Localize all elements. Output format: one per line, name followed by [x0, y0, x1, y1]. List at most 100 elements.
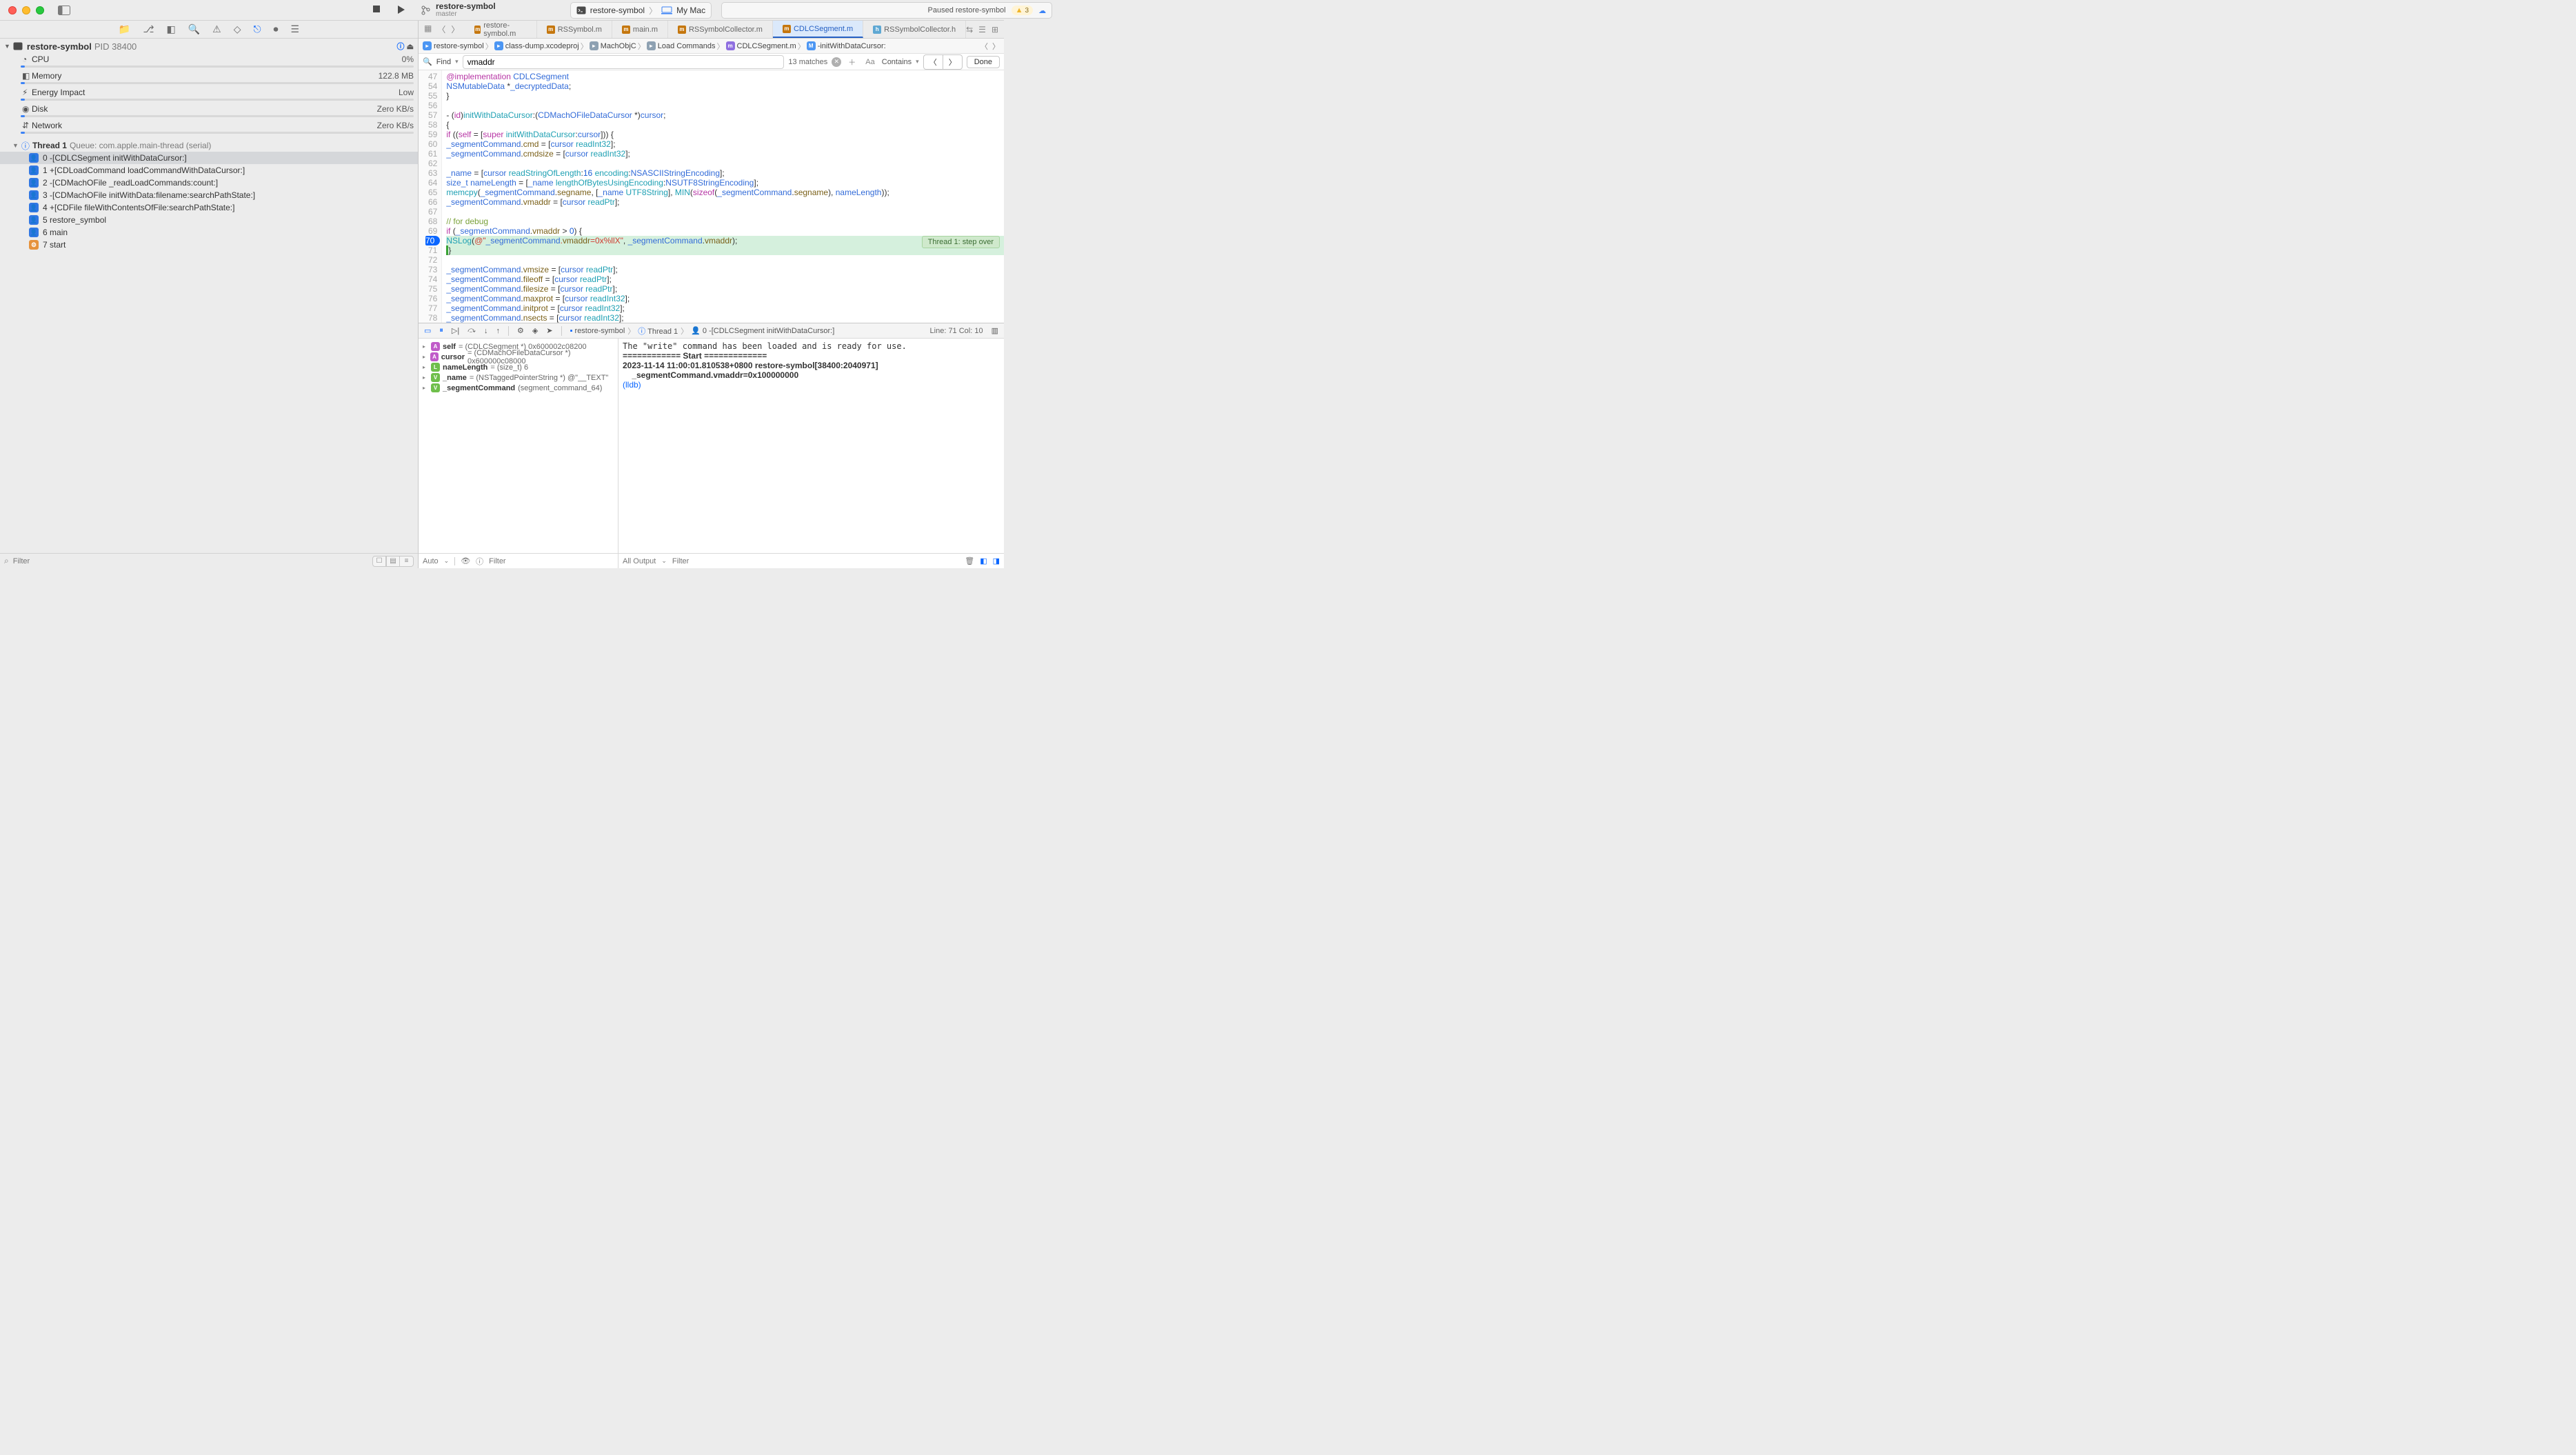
navigator-filter-input[interactable] — [13, 557, 368, 565]
find-mode[interactable]: Contains — [882, 58, 912, 66]
step-into-icon[interactable]: ↓ — [484, 327, 488, 335]
editor-tab[interactable]: mCDLCSegment.m — [773, 21, 863, 38]
hide-debug-area-icon[interactable]: ▭ — [424, 326, 431, 335]
symbols-nav-icon[interactable]: ◧ — [166, 23, 175, 35]
close-window-button[interactable] — [8, 6, 17, 14]
left-sidebar-toggle-icon[interactable] — [58, 6, 70, 15]
adjust-editor-icon[interactable]: ☰ — [978, 25, 986, 34]
jump-prev-icon[interactable]: 〈 — [980, 41, 988, 52]
debug-bc-crumb[interactable]: ▪ restore-symbol — [570, 327, 625, 335]
stack-frame[interactable]: 👤0 -[CDLCSegment initWithDataCursor:] — [0, 152, 418, 164]
thread-row[interactable]: ▼ ⓘ Thread 1 Queue: com.apple.main-threa… — [0, 139, 418, 152]
var-info-icon[interactable]: ⓘ — [476, 556, 483, 567]
line-gutter[interactable]: 4754555657585960616263646566676869707172… — [419, 70, 442, 323]
variable-row[interactable]: ▸Acursor = (CDMachOFileDataCursor *) 0x6… — [423, 352, 614, 362]
filter-crashed-icon[interactable]: ☐ — [372, 556, 386, 567]
jumpbar-crumb[interactable]: ▸class-dump.xcodeproj — [494, 41, 579, 50]
jumpbar-crumb[interactable]: ▸restore-symbol — [423, 41, 484, 50]
find-label[interactable]: Find — [436, 58, 451, 66]
clear-find-icon[interactable]: ✕ — [832, 57, 841, 67]
code-area[interactable]: @implementation CDLCSegment NSMutableDat… — [442, 70, 1004, 323]
source-control-nav-icon[interactable]: ⎇ — [143, 23, 154, 35]
find-input[interactable] — [463, 55, 785, 69]
variable-row[interactable]: ▸V_name = (NSTaggedPointerString *) @"__… — [423, 372, 614, 383]
gauge-disk[interactable]: ◉DiskZero KB/s — [0, 103, 418, 120]
show-console-pane-icon[interactable]: ◨ — [993, 556, 1000, 565]
forward-icon[interactable]: 〉 — [451, 23, 459, 35]
case-sensitive-icon[interactable]: Aa — [863, 58, 877, 66]
cloud-status-icon[interactable]: ☁︎ — [1038, 6, 1046, 15]
editor-tab[interactable]: mrestore-symbol.m — [465, 21, 536, 38]
debug-nav-icon[interactable]: ⎋ — [253, 23, 261, 35]
variable-row[interactable]: ▸V_segmentCommand (segment_command_64) — [423, 383, 614, 393]
zoom-window-button[interactable] — [36, 6, 44, 14]
variables-filter-input[interactable] — [489, 557, 614, 565]
issue-nav-icon[interactable]: ⚠︎ — [212, 23, 221, 35]
debug-bc-crumb[interactable]: ⓘ Thread 1 — [638, 325, 678, 337]
source-editor[interactable]: 4754555657585960616263646566676869707172… — [419, 70, 1004, 323]
stack-frame[interactable]: 👤1 +[CDLoadCommand loadCommandWithDataCu… — [0, 164, 418, 177]
minimize-window-button[interactable] — [22, 6, 30, 14]
run-button[interactable] — [397, 5, 405, 14]
warnings-badge[interactable]: ▲3 — [1012, 6, 1033, 15]
jumpbar-crumb[interactable]: mCDLCSegment.m — [726, 41, 796, 50]
stack-frame[interactable]: 👤6 main — [0, 226, 418, 239]
trash-icon[interactable]: 🗑 — [965, 556, 974, 565]
eject-icon[interactable]: ⏏ — [407, 43, 414, 51]
console-scope[interactable]: All Output — [623, 557, 656, 565]
debug-frame-breadcrumb[interactable]: ▪ restore-symbol 〉 ⓘ Thread 1 〉 👤 0 -[CD… — [570, 325, 835, 337]
quicklook-icon[interactable]: 👁 — [461, 556, 470, 565]
editor-tab[interactable]: mRSSymbolCollector.m — [668, 21, 773, 38]
console-filter-input[interactable] — [672, 557, 959, 565]
view-debug-icon[interactable]: ⚙︎ — [517, 326, 524, 335]
step-out-icon[interactable]: ↑ — [496, 327, 501, 335]
show-changes-icon[interactable]: ⇆ — [966, 25, 973, 34]
branch-icon[interactable] — [421, 6, 430, 15]
report-nav-icon[interactable]: ☰ — [291, 23, 300, 35]
scheme-selector[interactable]: restore-symbol 〉 My Mac — [570, 2, 712, 19]
gauge-memory[interactable]: ◧Memory122.8 MB — [0, 70, 418, 87]
vars-scope[interactable]: Auto — [423, 557, 439, 565]
editor-tab[interactable]: mmain.m — [612, 21, 668, 38]
info-icon[interactable]: ⓘ — [397, 43, 405, 51]
filter-running-icon[interactable]: ▤ — [386, 556, 400, 567]
location-sim-icon[interactable]: ➤ — [546, 326, 552, 335]
folder-nav-icon[interactable]: 📁 — [119, 23, 130, 35]
jumpbar-crumb[interactable]: M-initWithDataCursor: — [807, 41, 886, 50]
jumpbar-crumb[interactable]: ▸MachObjC — [590, 41, 636, 50]
stack-frame[interactable]: 👤5 restore_symbol — [0, 214, 418, 226]
filter-thread-icon[interactable]: ≡ — [400, 556, 414, 567]
test-nav-icon[interactable]: ◇ — [234, 23, 241, 35]
stop-button[interactable] — [372, 5, 381, 14]
breakpoints-toggle-icon[interactable]: ⏸ — [439, 326, 443, 335]
back-icon[interactable]: 〈 — [437, 23, 445, 35]
continue-icon[interactable]: ▷| — [452, 326, 459, 335]
gauge-network[interactable]: ⇵NetworkZero KB/s — [0, 120, 418, 137]
find-add-icon[interactable]: ＋ — [845, 57, 858, 68]
find-prev-button[interactable]: 〈 — [924, 55, 943, 69]
stack-frame[interactable]: 👤2 -[CDMachOFile _readLoadCommands:count… — [0, 177, 418, 189]
gauge-cpu[interactable]: ◔CPU0% — [0, 54, 418, 70]
stack-frame[interactable]: ⚙7 start — [0, 239, 418, 251]
process-row[interactable]: ▼ restore-symbol PID 38400 ⓘ ⏏ — [0, 39, 418, 54]
split-console-icon[interactable]: ▥ — [992, 326, 998, 335]
editor-tab[interactable]: hRSSymbolCollector.h — [863, 21, 966, 38]
related-items-icon[interactable]: ▦ — [424, 23, 432, 35]
find-done-button[interactable]: Done — [967, 56, 1000, 68]
find-nav-icon[interactable]: 🔍 — [188, 23, 200, 35]
show-vars-pane-icon[interactable]: ◧ — [980, 556, 987, 565]
console-output[interactable]: The "write" command has been loaded and … — [618, 339, 1004, 553]
jumpbar-crumb[interactable]: ▸Load Commands — [647, 41, 716, 50]
breakpoint-nav-icon[interactable]: ⏺ — [274, 23, 279, 35]
debug-bc-crumb[interactable]: 👤 0 -[CDLCSegment initWithDataCursor:] — [691, 326, 834, 335]
gauge-energy-impact[interactable]: ⚡︎Energy ImpactLow — [0, 87, 418, 103]
stack-frame[interactable]: 👤3 -[CDMachOFile initWithData:filename:s… — [0, 189, 418, 201]
editor-tab[interactable]: mRSSymbol.m — [537, 21, 612, 38]
memory-graph-icon[interactable]: ◈ — [532, 326, 538, 335]
step-over-icon[interactable]: ⤼ — [467, 326, 476, 335]
jump-bar[interactable]: ▸restore-symbol〉▸class-dump.xcodeproj〉▸M… — [419, 39, 1004, 54]
jump-next-icon[interactable]: 〉 — [992, 41, 1000, 52]
find-next-button[interactable]: 〉 — [943, 55, 962, 69]
add-editor-icon[interactable]: ⊞ — [992, 25, 998, 34]
stack-frame[interactable]: 👤4 +[CDFile fileWithContentsOfFile:searc… — [0, 201, 418, 214]
